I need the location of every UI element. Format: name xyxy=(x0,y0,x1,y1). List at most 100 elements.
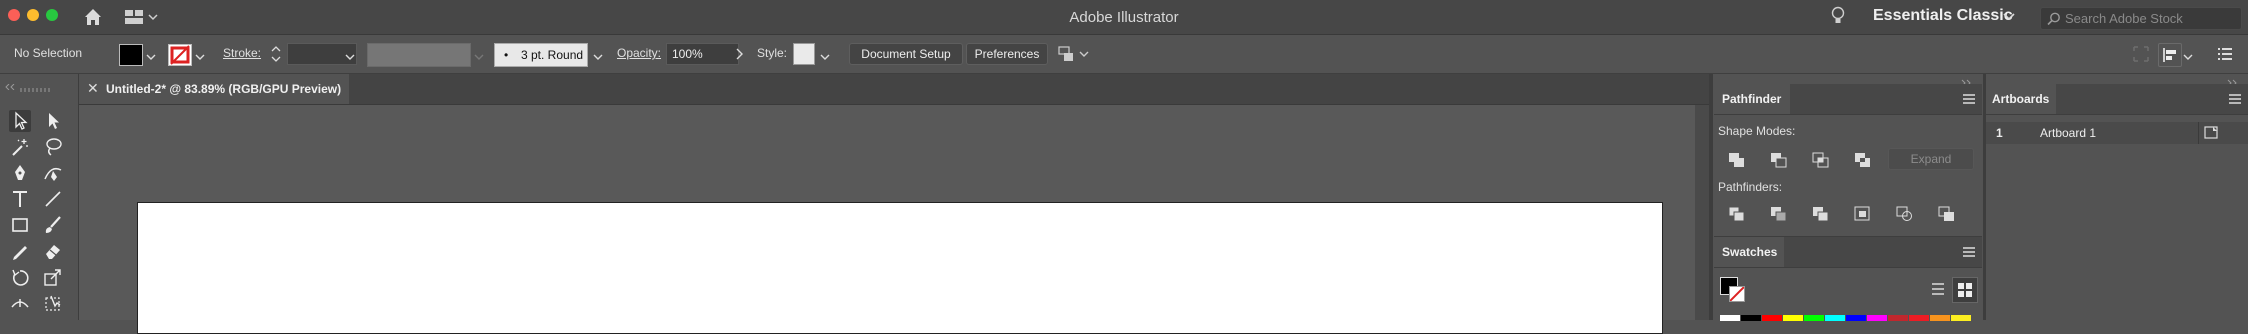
rotate-tool-icon[interactable] xyxy=(9,266,31,288)
color-swatch[interactable] xyxy=(1720,315,1740,321)
control-menu-icon[interactable] xyxy=(2216,45,2234,63)
opacity-field[interactable]: 100% xyxy=(666,43,739,65)
divide-icon[interactable] xyxy=(1728,206,1746,222)
chevron-right-icon[interactable] xyxy=(734,47,744,61)
lightbulb-icon[interactable] xyxy=(1830,6,1846,26)
grid-view-icon[interactable] xyxy=(1952,277,1978,303)
align-to-icon[interactable] xyxy=(2158,43,2182,67)
workspace-switcher[interactable]: Essentials Classic xyxy=(1873,7,2013,25)
panel-menu-icon[interactable] xyxy=(1962,245,1976,257)
chevron-down-icon[interactable] xyxy=(146,49,156,60)
color-swatch[interactable] xyxy=(1846,315,1866,321)
collapse-arrows-icon[interactable] xyxy=(2226,74,2240,87)
pathfinder-tab[interactable]: Pathfinder xyxy=(1714,84,1790,114)
width-tool-icon[interactable] xyxy=(9,292,31,314)
artboard-row[interactable]: 1 Artboard 1 xyxy=(1986,122,2248,144)
color-swatch[interactable] xyxy=(1867,315,1887,321)
eraser-tool-icon[interactable] xyxy=(42,240,64,262)
arrange-align-icon[interactable] xyxy=(1058,44,1090,64)
chevron-down-icon[interactable] xyxy=(345,49,355,60)
minus-back-icon[interactable] xyxy=(1938,206,1956,222)
dock-divider xyxy=(1709,74,1713,320)
rectangle-tool-icon[interactable] xyxy=(9,214,31,236)
outline-icon[interactable] xyxy=(1896,206,1914,222)
selection-status: No Selection xyxy=(14,46,83,60)
merge-icon[interactable] xyxy=(1812,206,1830,222)
document-setup-button[interactable]: Document Setup xyxy=(849,43,963,65)
panel-grip[interactable] xyxy=(20,88,50,92)
close-tab-icon[interactable]: ✕ xyxy=(87,80,99,97)
list-view-icon[interactable] xyxy=(1928,279,1948,299)
exclude-icon[interactable] xyxy=(1854,152,1872,168)
pathfinder-panel-header: Pathfinder xyxy=(1714,84,1982,115)
paintbrush-tool-icon[interactable] xyxy=(42,214,64,236)
artboard[interactable] xyxy=(137,202,1663,334)
fill-color-swatch[interactable] xyxy=(119,44,143,66)
fill-stroke-indicator[interactable] xyxy=(1720,277,1746,303)
brush-label: 3 pt. Round xyxy=(521,48,584,62)
free-transform-tool-icon[interactable] xyxy=(42,292,64,314)
variable-width-profile[interactable] xyxy=(367,43,471,67)
swatches-title: Swatches xyxy=(1722,245,1778,259)
direct-selection-tool-icon[interactable] xyxy=(42,110,64,132)
color-swatch[interactable] xyxy=(1741,315,1761,321)
pathfinders-label: Pathfinders: xyxy=(1718,180,1783,194)
chevron-down-icon[interactable] xyxy=(593,49,603,60)
isolate-icon xyxy=(2132,45,2150,63)
swatch-grid[interactable] xyxy=(1720,315,1978,321)
brush-definition[interactable]: • 3 pt. Round xyxy=(494,43,588,67)
unite-icon[interactable] xyxy=(1728,152,1746,168)
stroke-label[interactable]: Stroke: xyxy=(223,46,261,60)
type-tool-icon[interactable] xyxy=(9,188,31,210)
chevron-down-icon[interactable] xyxy=(2183,49,2193,60)
lasso-tool-icon[interactable] xyxy=(42,136,64,158)
document-tab[interactable]: ✕ Untitled-2* @ 83.89% (RGB/GPU Preview) xyxy=(79,74,349,104)
chevron-down-icon xyxy=(474,49,484,60)
document-tab-title: Untitled-2* @ 83.89% (RGB/GPU Preview) xyxy=(106,82,342,96)
panel-menu-icon[interactable] xyxy=(1962,92,1976,104)
expand-button[interactable]: Expand xyxy=(1888,148,1974,170)
artboard-name[interactable]: Artboard 1 xyxy=(2040,126,2096,140)
artboard-options-icon[interactable] xyxy=(2204,126,2220,140)
color-swatch[interactable] xyxy=(1909,315,1929,321)
collapse-arrows-icon[interactable] xyxy=(5,77,15,91)
graphic-style-swatch[interactable] xyxy=(793,43,815,65)
search-placeholder: Search Adobe Stock xyxy=(2065,11,2183,26)
magic-wand-tool-icon[interactable] xyxy=(9,136,31,158)
intersect-icon[interactable] xyxy=(1812,152,1830,168)
chevron-down-icon[interactable] xyxy=(2002,10,2016,22)
pathfinder-panel: Pathfinder Shape Modes: Expand Pathfinde… xyxy=(1714,74,1982,234)
stroke-weight-stepper[interactable] xyxy=(270,43,282,65)
color-swatch[interactable] xyxy=(1762,315,1782,321)
color-swatch[interactable] xyxy=(1804,315,1824,321)
chevron-down-icon[interactable] xyxy=(195,49,205,60)
stroke-color-swatch[interactable] xyxy=(168,44,192,66)
selection-tool-icon[interactable] xyxy=(9,110,31,132)
color-swatch[interactable] xyxy=(1888,315,1908,321)
artboards-panel-header: Artboards xyxy=(1986,84,2248,115)
pencil-tool-icon[interactable] xyxy=(9,240,31,262)
tools-panel xyxy=(0,74,79,320)
stock-search-field[interactable]: Search Adobe Stock xyxy=(2040,7,2242,30)
title-bar: Adobe Illustrator Essentials Classic Sea… xyxy=(0,0,2248,35)
swatches-tab[interactable]: Swatches xyxy=(1714,237,1784,267)
swatches-panel-header: Swatches xyxy=(1714,237,1982,268)
color-swatch[interactable] xyxy=(1825,315,1845,321)
color-swatch[interactable] xyxy=(1930,315,1950,321)
vertical-scrollbar[interactable] xyxy=(1695,105,1709,320)
trim-icon[interactable] xyxy=(1770,206,1788,222)
minus-front-icon[interactable] xyxy=(1770,152,1788,168)
curvature-tool-icon[interactable] xyxy=(42,162,64,184)
color-swatch[interactable] xyxy=(1951,315,1971,321)
collapse-arrows-icon[interactable] xyxy=(1960,74,1974,87)
artboards-tab[interactable]: Artboards xyxy=(1986,84,2056,114)
line-segment-tool-icon[interactable] xyxy=(42,188,64,210)
color-swatch[interactable] xyxy=(1783,315,1803,321)
panel-menu-icon[interactable] xyxy=(2228,92,2242,104)
opacity-label[interactable]: Opacity: xyxy=(617,46,661,60)
preferences-button[interactable]: Preferences xyxy=(966,43,1048,65)
chevron-down-icon[interactable] xyxy=(820,49,830,60)
pen-tool-icon[interactable] xyxy=(9,162,31,184)
scale-tool-icon[interactable] xyxy=(42,266,64,288)
crop-icon[interactable] xyxy=(1854,206,1872,222)
